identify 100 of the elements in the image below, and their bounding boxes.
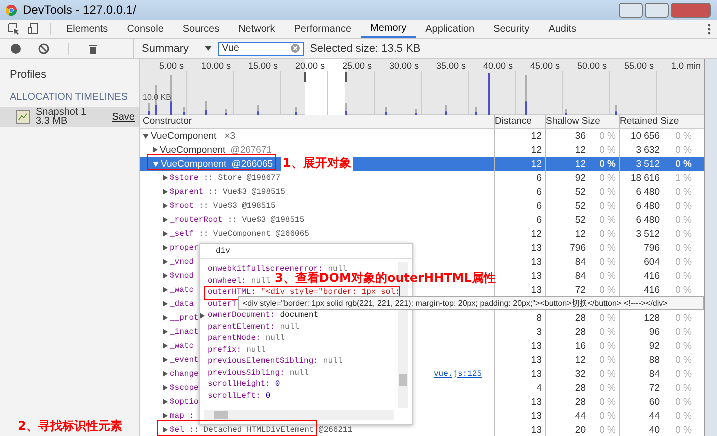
shallow-size-percent: 0 % <box>598 214 616 226</box>
retained-size-percent: 0 % <box>674 130 692 142</box>
retained-size-value: 84 <box>649 368 660 380</box>
retained-size-value: 796 <box>644 242 660 254</box>
snapshot-name: Snapshot 1 <box>36 108 88 117</box>
shallow-size-percent: 0 % <box>598 172 616 184</box>
value-tooltip: <div style="border: 1px solid rgb(221, 221, 221); margin-top: 20px; padding: 20px;"><button>切换</button> <!----></div> <box>238 296 704 310</box>
panel-tab[interactable]: Audits <box>539 20 586 38</box>
retained-size-percent: 0 % <box>674 410 692 422</box>
shallow-size-value: 12 <box>575 158 586 170</box>
distance-value: 13 <box>531 368 542 380</box>
panel-tab[interactable]: Console <box>118 20 174 38</box>
view-dropdown[interactable]: Summary <box>142 42 212 54</box>
constructor-name: $vnod <box>170 272 194 280</box>
shallow-size-value: 12 <box>575 144 586 156</box>
time-tick-label: 5.00 s <box>158 61 185 71</box>
constructor-name: $store <box>170 174 199 182</box>
retained-size-percent: 0 % <box>674 326 692 338</box>
shallow-size-value: 84 <box>575 270 586 282</box>
shallow-size-value: 12 <box>575 354 586 366</box>
retained-size-value: 3 512 <box>636 228 660 240</box>
property-value: null <box>290 368 310 378</box>
property-value: null <box>328 265 348 274</box>
column-header[interactable]: Distance <box>494 114 545 128</box>
shallow-size-percent: 0 % <box>598 158 616 170</box>
retained-size-value: 40 <box>649 424 660 436</box>
shallow-size-value: 52 <box>575 200 586 212</box>
panel-tab[interactable]: Sources <box>173 20 230 38</box>
save-link[interactable]: Save <box>112 112 135 122</box>
shallow-size-percent: 0 % <box>598 410 616 422</box>
snapshot-item[interactable]: Snapshot 1 3.3 MB Save <box>0 107 139 127</box>
property-value: document <box>280 311 319 320</box>
class-filter-field[interactable]: Vue <box>218 42 304 56</box>
panel-tab[interactable]: Performance <box>284 20 362 38</box>
shallow-size-percent: 0 % <box>598 256 616 268</box>
object-detail: :: VueComponent @266065 <box>199 230 310 238</box>
constructor-name: $parent <box>170 188 204 196</box>
constructor-name: _watc <box>170 342 194 350</box>
property-name: onwheel: <box>208 276 246 286</box>
retained-size-percent: 0 % <box>674 382 692 394</box>
retained-size-value: 604 <box>644 256 660 268</box>
property-name: scrollHeight: <box>208 380 270 390</box>
retained-size-percent: 0 % <box>674 144 692 156</box>
shallow-size-percent: 0 % <box>598 396 616 408</box>
distance-value: 13 <box>531 256 542 268</box>
property-value: null <box>246 346 266 355</box>
property-name: outerHTML: <box>208 288 256 298</box>
shallow-size-percent: 0 % <box>598 312 616 324</box>
object-detail: :: Detached HTMLDivElement @266211 <box>189 426 353 434</box>
retained-size-value: 6 480 <box>636 200 660 212</box>
constructor-name: $scope <box>170 384 199 392</box>
retained-size-value: 3 632 <box>636 144 660 156</box>
shallow-size-value: 28 <box>575 312 586 324</box>
shallow-size-value: 72 <box>575 284 586 296</box>
shallow-size-value: 52 <box>575 214 586 226</box>
distance-value: 12 <box>531 228 542 240</box>
shallow-size-value: 28 <box>575 326 586 338</box>
retained-size-value: 6 480 <box>636 214 660 226</box>
panel-tab[interactable]: Security <box>484 20 540 38</box>
constructor-name: _data <box>170 300 194 308</box>
shallow-size-percent: 0 % <box>598 228 616 240</box>
distance-value: 6 <box>536 186 542 198</box>
property-name: parentNode: <box>208 334 261 344</box>
time-tick-label: 10.00 s <box>200 61 232 71</box>
retained-size-value: 72 <box>649 382 660 394</box>
column-header[interactable]: Shallow Size <box>545 114 619 128</box>
panel-tab[interactable]: Application <box>416 20 484 38</box>
distance-value: 6 <box>536 200 542 212</box>
panel-tab[interactable]: Network <box>229 20 285 38</box>
time-tick-label: 30.00 s <box>388 61 420 71</box>
shallow-size-percent: 0 % <box>598 340 616 352</box>
time-tick-label: 45.00 s <box>529 61 561 71</box>
distance-value: 13 <box>531 284 542 296</box>
distance-value: 13 <box>531 354 542 366</box>
retained-size-percent: 0 % <box>674 368 692 380</box>
shallow-size-percent: 0 % <box>598 368 616 380</box>
retained-size-percent: 0 % <box>674 340 692 352</box>
property-name: previousElementSibling: <box>208 357 318 366</box>
retained-size-percent: 0 % <box>674 228 692 240</box>
constructor-name: __prot <box>170 314 199 322</box>
distance-value: 12 <box>531 130 542 142</box>
object-detail: @267671 <box>230 144 272 156</box>
distance-value: 13 <box>531 340 542 352</box>
constructor-name: $root <box>170 202 194 210</box>
distance-value: 6 <box>536 172 542 184</box>
column-header[interactable]: Constructor <box>140 114 494 128</box>
shallow-size-percent: 0 % <box>598 326 616 338</box>
shallow-size-value: 92 <box>575 172 586 184</box>
shallow-size-percent: 0 % <box>598 186 616 198</box>
shallow-size-percent: 0 % <box>598 130 616 142</box>
panel-tab[interactable]: Elements <box>57 20 118 38</box>
object-detail: :: Vue$3 @198515 <box>199 202 276 210</box>
distance-value: 8 <box>536 312 542 324</box>
shallow-size-value: 20 <box>575 424 586 436</box>
shallow-size-percent: 0 % <box>598 200 616 212</box>
source-link[interactable]: vue.js:125 <box>434 370 482 378</box>
property-value: 0 <box>275 380 280 390</box>
retained-size-value: 3 512 <box>636 158 660 170</box>
shallow-size-value: 28 <box>575 382 586 394</box>
object-detail: ×3 <box>224 130 236 142</box>
